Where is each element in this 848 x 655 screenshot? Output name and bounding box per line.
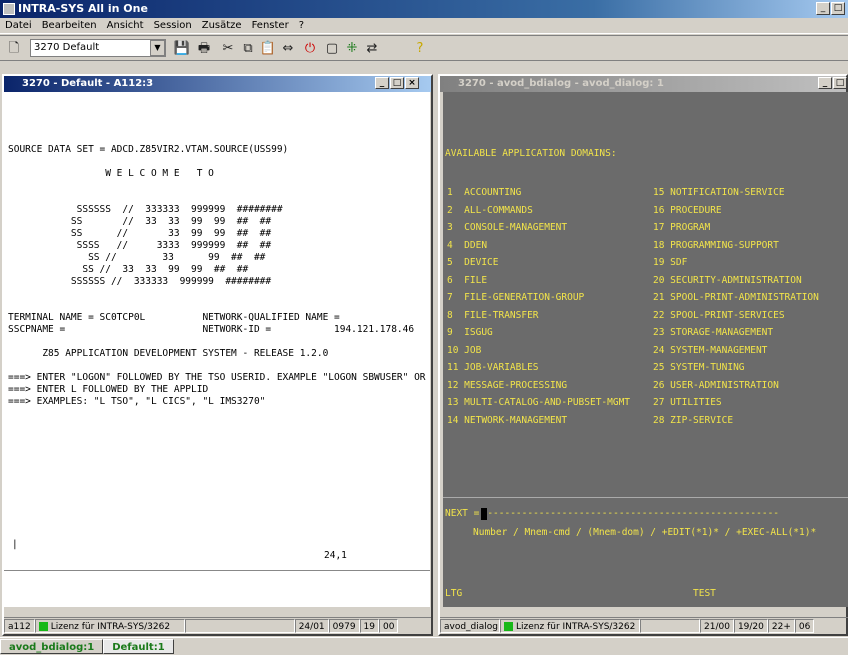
right-terminal-screen[interactable]: AVAILABLE APPLICATION DOMAINS: 1 ACCOUNT… (443, 92, 848, 607)
tab-default[interactable]: Default:1 (103, 639, 174, 654)
left-status-bar: a112 Lizenz für INTRA-SYS/3262 24/01 0979 19… (4, 617, 431, 633)
right-minimize-icon[interactable]: _ (818, 77, 832, 89)
left-terminal-text: SOURCE DATA SET = ADCD.Z85VIR2.VTAM.SOUR… (8, 144, 426, 407)
session-tabs: avod_bdialog:1 Default:1 (0, 637, 848, 655)
command-hint: Number / Mnem-cmd / (Mnem-dom) / +EDIT(*… (473, 527, 817, 538)
menu-file[interactable]: Datei (0, 18, 37, 34)
cut-icon[interactable]: ✂ (218, 40, 238, 57)
paste-icon[interactable]: 📋 (258, 40, 278, 57)
next-prompt: NEXT = ----------------------------------… (445, 508, 780, 520)
app-title-bar: INTRA-SYS All in One (0, 0, 848, 18)
right-session-id: avod_dialog (440, 619, 500, 633)
menu-extras[interactable]: Zusätze (197, 18, 247, 34)
maximize-icon[interactable]: □ (831, 2, 845, 15)
left-close-icon[interactable]: × (405, 77, 419, 89)
right-maximize-icon[interactable]: □ (833, 77, 847, 89)
window-icon[interactable]: ▢ (322, 40, 342, 57)
save-icon[interactable]: 💾 (172, 40, 192, 57)
chevron-down-icon[interactable]: ▼ (150, 40, 165, 56)
new-session-icon[interactable]: 🗋 (4, 40, 24, 57)
left-terminal-screen[interactable]: SOURCE DATA SET = ADCD.Z85VIR2.VTAM.SOUR… (4, 92, 430, 607)
help-icon[interactable]: ? (410, 40, 430, 57)
left-license: Lizenz für INTRA-SYS/3262 (34, 619, 185, 633)
connected-icon (504, 622, 513, 631)
footer-mid: TEST (693, 588, 716, 599)
minimize-icon[interactable]: _ (816, 2, 830, 15)
transfer-icon[interactable]: ⇄ (362, 40, 382, 57)
right-window-title-bar: 3270 - avod_bdialog - avod_dialog: 1 _ □ (440, 76, 847, 92)
copy-icon[interactable]: ⧉ (238, 40, 258, 57)
terminal-cursor: | (12, 539, 18, 550)
app-title: INTRA-SYS All in One (18, 2, 148, 15)
domain-list-left: 1 ACCOUNTING 2 ALL-COMMANDS 3 CONSOLE-MA… (447, 187, 631, 426)
domains-heading: AVAILABLE APPLICATION DOMAINS: (445, 148, 617, 159)
tab-avod-bdialog[interactable]: avod_bdialog:1 (0, 639, 104, 654)
menu-help[interactable]: ? (294, 18, 309, 34)
cursor-position: 24,1 (324, 550, 347, 561)
left-window-title-bar: 3270 - Default - A112:3 _ □ × (4, 76, 431, 92)
left-window-title: 3270 - Default - A112:3 (22, 78, 154, 89)
app-icon (3, 3, 15, 15)
menu-session[interactable]: Session (149, 18, 197, 34)
connect-icon[interactable]: ⇔ (278, 40, 298, 57)
menu-bar: Datei Bearbeiten Ansicht Session Zusätze Fens… (0, 18, 848, 34)
domain-list-right: 15 NOTIFICATION-SERVICE 16 PROCEDURE 17 … (653, 187, 819, 426)
right-license: Lizenz für INTRA-SYS/3262 (500, 619, 640, 633)
print-icon[interactable]: 🖶 (194, 40, 214, 57)
menu-view[interactable]: Ansicht (102, 18, 149, 34)
disconnect-icon[interactable]: ⏻ (300, 40, 320, 57)
separator (443, 497, 848, 498)
menu-window[interactable]: Fenster (247, 18, 294, 34)
connected-icon (38, 622, 48, 631)
session-select[interactable]: 3270 Default (30, 39, 166, 57)
left-minimize-icon[interactable]: _ (375, 77, 389, 89)
oia-line (4, 570, 430, 571)
right-status-bar: avod_dialog Lizenz für INTRA-SYS/3262 21/0… (440, 617, 848, 633)
menu-edit[interactable]: Bearbeiten (37, 18, 102, 34)
left-maximize-icon[interactable]: □ (390, 77, 404, 89)
footer-left: LTG (445, 588, 463, 599)
right-window-title: 3270 - avod_bdialog - avod_dialog: 1 (458, 78, 664, 89)
left-session-id: a112 (4, 619, 35, 633)
left-status-time: 24/01 (294, 619, 329, 633)
grid-icon[interactable]: ⁜ (342, 40, 362, 57)
